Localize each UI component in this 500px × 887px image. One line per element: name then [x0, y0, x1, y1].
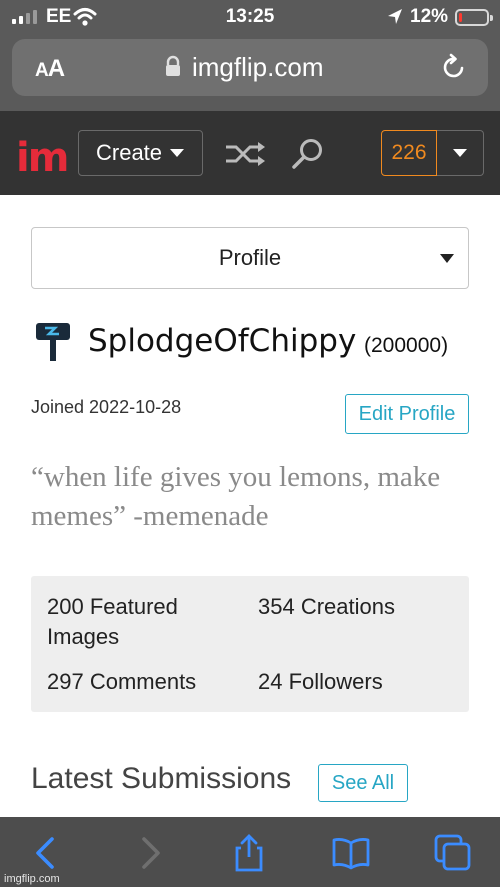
reload-icon[interactable] [440, 53, 468, 81]
user-menu-dropdown[interactable] [437, 130, 484, 176]
profile-select-label: Profile [218, 245, 282, 270]
stat-featured-images[interactable]: 200 Featured Images [47, 592, 237, 652]
url-domain[interactable]: imgflip.com [192, 52, 323, 83]
browser-toolbar: imgflip.com [0, 817, 500, 887]
back-icon[interactable] [26, 833, 66, 873]
chevron-down-icon [440, 254, 454, 263]
tabs-icon[interactable] [433, 833, 473, 873]
notification-count-button[interactable]: 226 [381, 130, 437, 176]
battery-level [459, 13, 462, 22]
battery-percent: 12% [410, 6, 449, 27]
create-label: Create [96, 140, 163, 165]
battery-icon [455, 9, 493, 26]
profile-bio: “when life gives you lemons, make memes”… [31, 461, 441, 532]
chevron-down-icon [170, 149, 185, 157]
lock-icon [166, 55, 180, 76]
forward-icon[interactable] [130, 833, 170, 873]
profile-username: SplodgeOfChippy [88, 323, 357, 359]
imgflip-logo[interactable]: im [16, 135, 69, 181]
see-all-button[interactable]: See All [318, 764, 408, 802]
ios-top-chrome: EE 13:25 12% AA imgflip.com [0, 0, 500, 111]
profile-stats: 200 Featured Images 354 Creations 297 Co… [31, 576, 469, 712]
search-icon[interactable] [290, 136, 326, 172]
joined-date: Joined 2022-10-28 [31, 397, 182, 417]
latest-submissions-heading: Latest Submissions [31, 762, 292, 795]
status-bar: EE 13:25 12% [0, 0, 500, 36]
profile-points: (200000) [364, 334, 449, 357]
stat-followers[interactable]: 24 Followers [258, 667, 458, 697]
bookmarks-icon[interactable] [331, 833, 371, 873]
imgflip-watermark: imgflip.com [4, 873, 60, 885]
user-flair-icon [36, 323, 70, 361]
profile-section-select[interactable]: Profile [31, 227, 469, 289]
text-size-button[interactable]: AA [35, 55, 65, 83]
url-bar[interactable]: AA imgflip.com [12, 39, 488, 96]
share-icon[interactable] [229, 833, 269, 873]
stat-creations[interactable]: 354 Creations [258, 592, 458, 622]
location-arrow-icon [388, 9, 402, 24]
create-menu-button[interactable]: Create [78, 130, 203, 176]
stat-comments[interactable]: 297 Comments [47, 667, 247, 697]
site-header: im Create 226 [0, 111, 500, 195]
shuffle-icon[interactable] [224, 139, 268, 169]
chevron-down-icon [453, 149, 467, 157]
edit-profile-button[interactable]: Edit Profile [345, 394, 469, 434]
